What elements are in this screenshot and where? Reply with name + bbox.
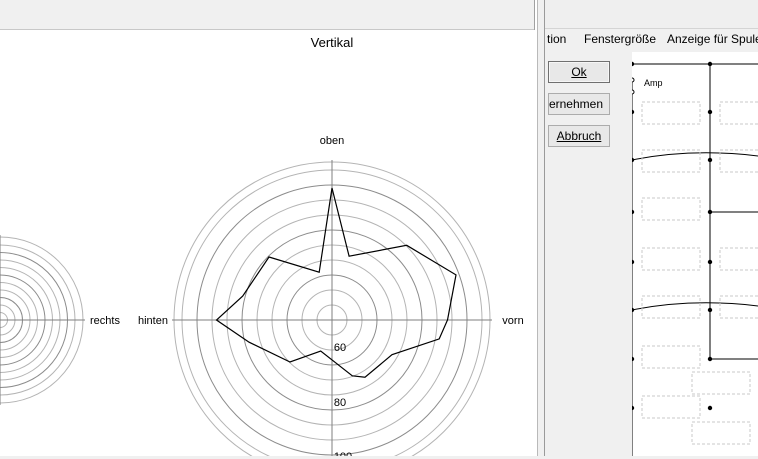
- chart-title: Vertikal: [311, 35, 354, 50]
- ok-button[interactable]: Ok: [548, 61, 610, 83]
- menu-item-fenstergroesse[interactable]: Fenstergröße: [584, 32, 656, 46]
- junction-dot: [629, 61, 635, 67]
- polar-chart-window: Vertikal oben hinten vorn rechts 60 80 1…: [0, 0, 537, 456]
- apply-button[interactable]: bernehmen: [548, 93, 610, 115]
- junction-dot: [707, 307, 713, 313]
- junction-dot: [707, 209, 713, 215]
- junction-dot: [629, 259, 635, 265]
- ring-label-100: 100: [334, 451, 352, 456]
- junction-dot: [629, 356, 635, 362]
- ok-label: Ok: [571, 65, 587, 79]
- arc-wire-1: [631, 152, 758, 161]
- cancel-label: Abbruch: [556, 129, 602, 143]
- coil-placeholder: [719, 101, 758, 125]
- coil-placeholder: [719, 247, 758, 271]
- junction-dot: [707, 109, 713, 115]
- coil-placeholder: [641, 345, 701, 369]
- header-edge: [534, 0, 535, 30]
- junction-dot: [629, 109, 635, 115]
- arc-wire-2: [631, 302, 758, 311]
- coil-schematic: +−Amp: [624, 52, 758, 456]
- window-header: [0, 0, 535, 30]
- junction-dot: [629, 405, 635, 411]
- apply-label: bernehmen: [548, 97, 603, 111]
- coil-placeholder: [641, 197, 701, 221]
- terminal-minus: [629, 89, 635, 95]
- junction-dot: [707, 157, 713, 163]
- menu-item-tion[interactable]: tion: [547, 32, 566, 46]
- coil-placeholder: [641, 247, 701, 271]
- junction-dot: [707, 61, 713, 67]
- coil-placeholder: [641, 101, 701, 125]
- junction-dot: [707, 356, 713, 362]
- label-top: oben: [320, 135, 344, 147]
- schematic-drawing: +−Amp: [624, 61, 758, 456]
- label-hinten: hinten: [138, 315, 168, 327]
- left-polar-plot: [0, 235, 85, 405]
- window-splitter[interactable]: [537, 0, 545, 456]
- junction-dot: [707, 405, 713, 411]
- coil-placeholder: [641, 395, 701, 419]
- coil-placeholder: [719, 295, 758, 319]
- cancel-button[interactable]: Abbruch: [548, 125, 610, 147]
- terminal-plus: [629, 77, 635, 83]
- ring-label-80: 80: [334, 397, 346, 409]
- menu-bar: tion Fenstergröße Anzeige für Spule: [545, 29, 758, 49]
- coil-placeholder: [691, 421, 751, 445]
- label-rechts: rechts: [90, 315, 120, 327]
- junction-dot: [707, 259, 713, 265]
- main-polar-plot: [172, 160, 492, 456]
- schematic-window: tion Fenstergröße Anzeige für Spule Ok b…: [545, 0, 758, 456]
- coil-placeholder: [691, 371, 751, 395]
- title-bar: [545, 0, 758, 29]
- amp-label: Amp: [644, 78, 663, 88]
- label-vorn: vorn: [502, 315, 523, 327]
- menu-item-anzeige[interactable]: Anzeige für Spule: [667, 32, 758, 46]
- polar-chart: Vertikal oben hinten vorn rechts 60 80 1…: [0, 35, 524, 456]
- junction-dot: [629, 209, 635, 215]
- ring-label-60: 60: [334, 342, 346, 354]
